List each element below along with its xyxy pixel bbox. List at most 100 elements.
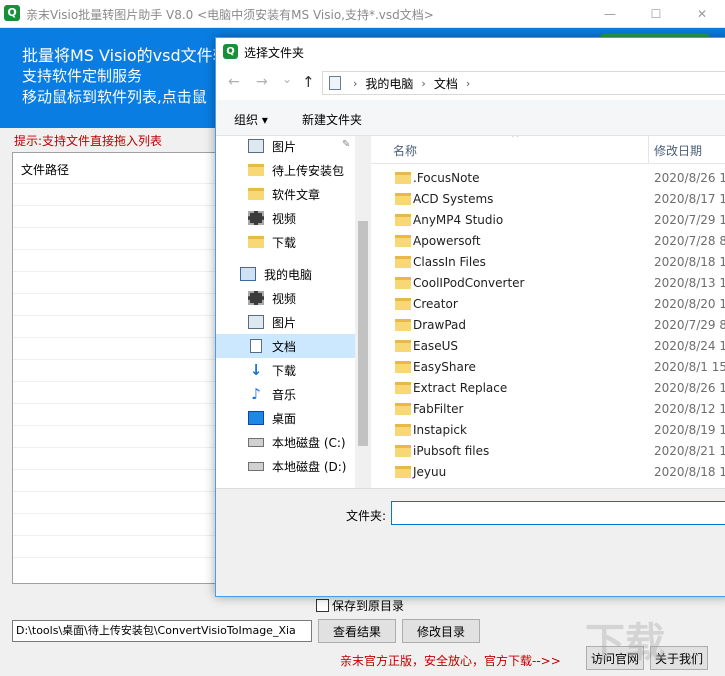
file-row[interactable]: EaseUS 2020/8/24 17 [371, 336, 725, 357]
file-row[interactable]: Jeyuu 2020/8/18 16 [371, 462, 725, 483]
sort-caret-icon: ^ [511, 136, 520, 144]
file-name: AnyMP4 Studio [413, 213, 504, 227]
file-date: 2020/7/29 18 [654, 213, 725, 227]
change-dir-button[interactable]: 修改目录 [402, 619, 480, 643]
file-date: 2020/7/28 8: [654, 234, 725, 248]
dialog-title-bar: Q 选择文件夹 [216, 38, 725, 66]
modified-date-column-header[interactable]: 修改日期 [654, 142, 702, 159]
folder-name-input[interactable] [391, 501, 725, 525]
nav-item-desktop[interactable]: 桌面 [216, 406, 355, 430]
folder-icon [395, 298, 411, 310]
nav-item-videos[interactable]: 视频 [216, 286, 355, 310]
nav-item-music[interactable]: ♪ 音乐 [216, 382, 355, 406]
file-name: ClassIn Files [413, 255, 486, 269]
output-path-input[interactable]: D:\tools\桌面\待上传安装包\ConvertVisioToImage_X… [12, 620, 312, 642]
file-row[interactable]: Creator 2020/8/20 15 [371, 294, 725, 315]
folder-icon [395, 466, 411, 478]
nav-item-pictures[interactable]: 图片 [216, 310, 355, 334]
file-name: EasyShare [413, 360, 476, 374]
save-to-original-checkbox[interactable] [316, 599, 329, 612]
file-path-column-header: 文件路径 [21, 163, 70, 177]
main-window-title: 亲末Visio批量转图片助手 V8.0 <电脑中须安装有MS Visio,支持*… [26, 8, 434, 22]
computer-icon [329, 76, 341, 90]
address-bar[interactable]: › 我的电脑 › 文档 › [322, 71, 725, 95]
folder-icon [395, 382, 411, 394]
pin-icon[interactable]: ✎ [342, 139, 350, 150]
official-download-text: 亲末官方正版，安全放心，官方下载-->> [340, 654, 561, 668]
file-row[interactable]: AnyMP4 Studio 2020/7/29 18 [371, 210, 725, 231]
nav-item-downloads-quick[interactable]: 下载 [216, 230, 355, 254]
nav-item-label: 本地磁盘 (D:) [272, 459, 347, 474]
file-row[interactable]: EasyShare 2020/8/1 15: [371, 357, 725, 378]
scrollbar-thumb[interactable] [358, 221, 368, 446]
close-button[interactable]: ✕ [679, 0, 725, 28]
folder-icon [395, 193, 411, 205]
file-date: 2020/8/26 15 [654, 171, 725, 185]
breadcrumb-my-computer[interactable]: 我的电脑 [365, 75, 413, 92]
watermark: 下载 [585, 620, 665, 666]
nav-item-label: 视频 [272, 291, 297, 306]
file-date: 2020/8/20 15 [654, 297, 725, 311]
dialog-nav-bar: ← → ⌄ ↑ › 我的电脑 › 文档 › [216, 66, 725, 100]
new-folder-button[interactable]: 新建文件夹 [302, 111, 362, 128]
file-date: 2020/8/17 15 [654, 192, 725, 206]
breadcrumb-documents[interactable]: 文档 [434, 75, 458, 92]
navigation-pane[interactable]: 图片 ✎ 待上传安装包 软件文章 视频 下载 我的电脑 视频 图片 文档 ↓ 下… [216, 136, 371, 488]
nav-item-documents[interactable]: 文档 [216, 334, 355, 358]
desktop-icon [248, 411, 264, 425]
file-row[interactable]: .FocusNote 2020/8/26 15 [371, 168, 725, 189]
nav-item-software-articles[interactable]: 软件文章 [216, 182, 355, 206]
save-to-original-option[interactable]: 保存到原目录 [316, 597, 404, 614]
file-content-pane[interactable]: ^ 名称 修改日期 .FocusNote 2020/8/26 15 ACD Sys… [371, 136, 725, 488]
file-date: 2020/7/29 8: [654, 318, 725, 332]
dialog-command-bar: 组织 ▾ 新建文件夹 [216, 100, 725, 136]
file-row[interactable]: DrawPad 2020/7/29 8: [371, 315, 725, 336]
folder-icon [248, 164, 264, 176]
nav-pane-scrollbar[interactable] [355, 136, 371, 488]
file-row[interactable]: Extract Replace 2020/8/26 16 [371, 378, 725, 399]
nav-item-label: 图片 [272, 315, 297, 330]
file-name: CoolIPodConverter [413, 276, 525, 290]
file-row[interactable]: ACD Systems 2020/8/17 15 [371, 189, 725, 210]
save-to-original-label: 保存到原目录 [332, 599, 405, 613]
folder-icon [395, 256, 411, 268]
file-row[interactable]: iPubsoft files 2020/8/21 15 [371, 441, 725, 462]
file-row[interactable]: FabFilter 2020/8/12 17 [371, 399, 725, 420]
forward-arrow-icon[interactable]: → [256, 74, 268, 90]
nav-item-disk-c[interactable]: 本地磁盘 (C:) [216, 430, 355, 454]
file-name: Instapick [413, 423, 467, 437]
file-row[interactable]: ClassIn Files 2020/8/18 15 [371, 252, 725, 273]
video-icon [248, 211, 264, 225]
nav-item-pending-upload[interactable]: 待上传安装包 [216, 158, 355, 182]
maximize-button[interactable]: ☐ [633, 0, 679, 28]
back-arrow-icon[interactable]: ← [228, 74, 240, 90]
minimize-button[interactable]: — [587, 0, 633, 28]
recent-dropdown-icon[interactable]: ⌄ [282, 72, 292, 86]
nav-item-pictures-quick[interactable]: 图片 ✎ [216, 136, 355, 158]
window-controls: — ☐ ✕ [587, 0, 725, 28]
chevron-right-icon: › [353, 76, 358, 90]
view-result-button[interactable]: 查看结果 [318, 619, 396, 643]
file-row[interactable]: Apowersoft 2020/7/28 8: [371, 231, 725, 252]
file-row[interactable]: Instapick 2020/8/19 16 [371, 420, 725, 441]
name-column-header[interactable]: 名称 [393, 142, 417, 159]
organize-menu[interactable]: 组织 ▾ [234, 111, 268, 128]
nav-item-videos-quick[interactable]: 视频 [216, 206, 355, 230]
folder-icon [395, 361, 411, 373]
folder-label: 文件夹: [346, 509, 387, 523]
nav-item-downloads[interactable]: ↓ 下载 [216, 358, 355, 382]
file-name: Extract Replace [413, 381, 508, 395]
nav-item-my-computer[interactable]: 我的电脑 [216, 262, 355, 286]
nav-item-label: 软件文章 [272, 187, 321, 202]
nav-item-label: 我的电脑 [264, 267, 313, 282]
file-date: 2020/8/21 15 [654, 444, 725, 458]
nav-item-disk-d[interactable]: 本地磁盘 (D:) [216, 454, 355, 478]
disk-icon [248, 437, 264, 447]
chevron-right-icon: › [421, 76, 426, 90]
up-arrow-icon[interactable]: ↑ [302, 73, 315, 91]
column-divider[interactable] [648, 136, 649, 164]
main-title-bar: Q 亲末Visio批量转图片助手 V8.0 <电脑中须安装有MS Visio,支… [0, 0, 725, 28]
disk-icon [248, 461, 264, 471]
file-row[interactable]: CoolIPodConverter 2020/8/13 14 [371, 273, 725, 294]
banner-line-1: 批量将MS Visio的vsd文件转 [22, 46, 229, 65]
